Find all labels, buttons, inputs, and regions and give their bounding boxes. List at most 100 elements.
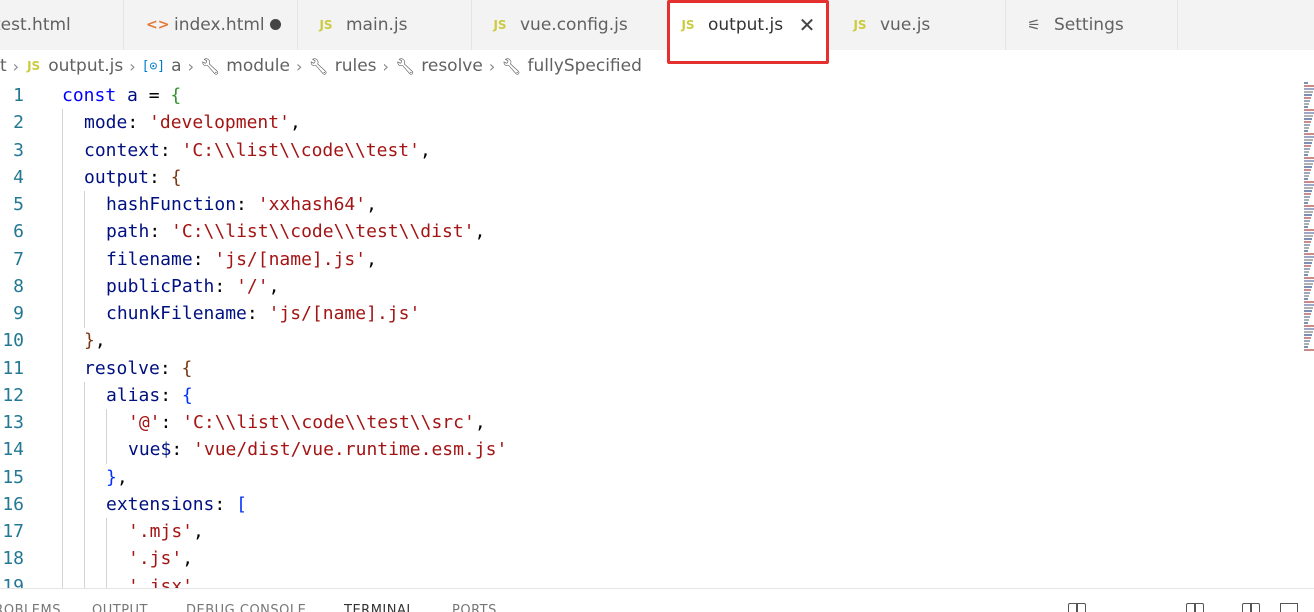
code-line[interactable]: 16 extensions: [ xyxy=(0,490,1300,519)
tab-label: vue.js xyxy=(880,15,931,35)
minimap-line xyxy=(1304,142,1312,144)
code-line[interactable]: 5 hashFunction: 'xxhash64', xyxy=(0,191,1300,219)
minimap-line xyxy=(1304,211,1313,213)
minimap-line xyxy=(1304,298,1308,300)
breadcrumb-symbol-rules[interactable]: 🔧︎ rules xyxy=(308,56,376,76)
js-file-icon: JS xyxy=(27,59,41,73)
close-tab-icon[interactable]: ✕ xyxy=(794,12,820,38)
breadcrumb: t › JS output.js › [⊙] a › 🔧︎ module › 🔧… xyxy=(0,50,1314,82)
minimap-line xyxy=(1304,247,1309,249)
minimap-line xyxy=(1304,253,1314,255)
minimap-line xyxy=(1304,340,1310,342)
code-line[interactable]: 7 filename: 'js/[name].js', xyxy=(0,245,1300,274)
indent-guide xyxy=(84,300,85,328)
code-line[interactable]: 11 resolve: { xyxy=(0,354,1300,383)
breadcrumb-symbol-fullyspecified[interactable]: 🔧︎ fullySpecified xyxy=(501,56,642,76)
line-number: 16 xyxy=(2,493,24,515)
indent-guide xyxy=(62,191,63,219)
minimap-line xyxy=(1304,274,1308,276)
indent-guide xyxy=(62,272,63,301)
code-line[interactable]: 13 '@': 'C:\\list\\code\\test\\src', xyxy=(0,409,1300,437)
code-line[interactable]: 12 alias: { xyxy=(0,381,1300,410)
breadcrumb-symbol-module[interactable]: 🔧︎ module xyxy=(200,56,290,76)
minimap-line xyxy=(1304,220,1310,222)
code-text: context: 'C:\\list\\code\\test', xyxy=(84,139,431,161)
code-line[interactable]: 4 output: { xyxy=(0,163,1300,192)
layout-icon[interactable] xyxy=(1242,603,1260,612)
breadcrumb-file[interactable]: JS output.js xyxy=(25,56,123,76)
line-number: 3 xyxy=(13,139,24,161)
indent-guide xyxy=(62,109,63,138)
indent-guide xyxy=(62,354,63,383)
indent-guide xyxy=(84,545,85,574)
indent-guide xyxy=(84,381,85,410)
code-line[interactable]: 3 context: 'C:\\list\\code\\test', xyxy=(0,136,1300,165)
panel-tab-debug-console[interactable]: DEBUG CONSOLE xyxy=(186,603,306,612)
minimap-line xyxy=(1304,334,1312,336)
code-line[interactable]: 15}, xyxy=(0,463,1300,492)
minimap-line xyxy=(1304,172,1310,174)
breadcrumb-symbol-resolve[interactable]: 🔧︎ resolve xyxy=(395,56,483,76)
split-editor-icon[interactable] xyxy=(1186,603,1204,612)
indent-guide xyxy=(84,272,85,301)
breadcrumb-root[interactable]: t xyxy=(0,56,7,76)
code-line[interactable]: 1 const a = { xyxy=(0,82,1300,109)
code-text: mode: 'development', xyxy=(84,112,301,134)
breadcrumb-symbol-a[interactable]: [⊙] a xyxy=(142,56,182,76)
minimap-line xyxy=(1304,106,1308,108)
trash-icon[interactable] xyxy=(1280,603,1298,612)
code-line[interactable]: 14 vue$: 'vue/dist/vue.runtime.esm.js' xyxy=(0,436,1300,465)
panel-tab-ports[interactable]: PORTS xyxy=(452,603,497,612)
code-line[interactable]: 9 chunkFilename: 'js/[name].js' xyxy=(0,300,1300,328)
minimap-line xyxy=(1304,130,1308,132)
minimap-line xyxy=(1304,268,1310,270)
code-text: '@': 'C:\\list\\code\\test\\src', xyxy=(128,412,486,433)
minimap-line xyxy=(1304,184,1314,186)
tab-output-js[interactable]: JS output.js ✕ xyxy=(668,0,828,50)
panel-tab-output[interactable]: OUTPUT xyxy=(92,603,148,612)
minimap[interactable] xyxy=(1300,82,1314,588)
code-line[interactable]: 17 '.mjs', xyxy=(0,518,1300,546)
code-line[interactable]: 2 mode: 'development', xyxy=(0,109,1300,138)
line-number: 17 xyxy=(2,521,24,542)
minimap-line xyxy=(1304,163,1313,165)
indent-guide xyxy=(62,381,63,410)
wrench-icon: 🔧︎ xyxy=(199,56,221,76)
minimap-line xyxy=(1304,169,1311,171)
minimap-line xyxy=(1304,199,1309,201)
code-line[interactable]: 19 '.jsx', xyxy=(0,572,1300,588)
minimap-line xyxy=(1304,307,1313,309)
minimap-line xyxy=(1304,190,1312,192)
code-text: publicPath: '/', xyxy=(106,275,280,297)
minimap-line xyxy=(1304,100,1310,102)
code-line[interactable]: 18 '.js', xyxy=(0,545,1300,574)
chevron-right-icon: › xyxy=(296,56,303,76)
tab-vue-js[interactable]: JS vue.js xyxy=(830,0,1006,50)
chevron-right-icon: › xyxy=(488,56,496,76)
tab-index-html[interactable]: <> index.html xyxy=(124,0,298,50)
code-editor[interactable]: 1 const a = {2 mode: 'development', 3 contex… xyxy=(0,82,1300,588)
minimap-line xyxy=(1304,313,1311,315)
tab-test-html[interactable]: test.html xyxy=(0,0,124,50)
tab-settings[interactable]: ⚟ Settings xyxy=(1006,0,1178,50)
minimap-line xyxy=(1304,250,1308,252)
line-number: 10 xyxy=(2,330,24,352)
code-line[interactable]: 6 path: 'C:\\list\\code\\test\\dist', xyxy=(0,218,1300,247)
variable-icon: [⊙] xyxy=(141,58,166,74)
code-text: filename: 'js/[name].js', xyxy=(106,248,377,270)
minimap-line xyxy=(1304,316,1310,318)
minimap-line xyxy=(1304,262,1312,264)
modified-dot-icon[interactable] xyxy=(270,19,281,30)
indent-guide xyxy=(84,436,85,465)
code-line[interactable]: 10}, xyxy=(0,327,1300,356)
tab-vue-config-js[interactable]: JS vue.config.js xyxy=(472,0,668,50)
panel-tab-terminal[interactable]: TERMINAL xyxy=(344,603,414,612)
indent-guide xyxy=(62,545,63,574)
editor-tab-bar: test.html <> index.html JS main.js JS vu… xyxy=(0,0,1314,50)
panel-tab-problems[interactable]: PROBLEMS xyxy=(0,603,61,612)
tab-main-js[interactable]: JS main.js xyxy=(298,0,472,50)
indent-guide xyxy=(106,518,107,546)
minimap-line xyxy=(1304,301,1314,303)
code-line[interactable]: 8 publicPath: '/', xyxy=(0,272,1300,301)
split-terminal-icon[interactable] xyxy=(1068,603,1086,612)
